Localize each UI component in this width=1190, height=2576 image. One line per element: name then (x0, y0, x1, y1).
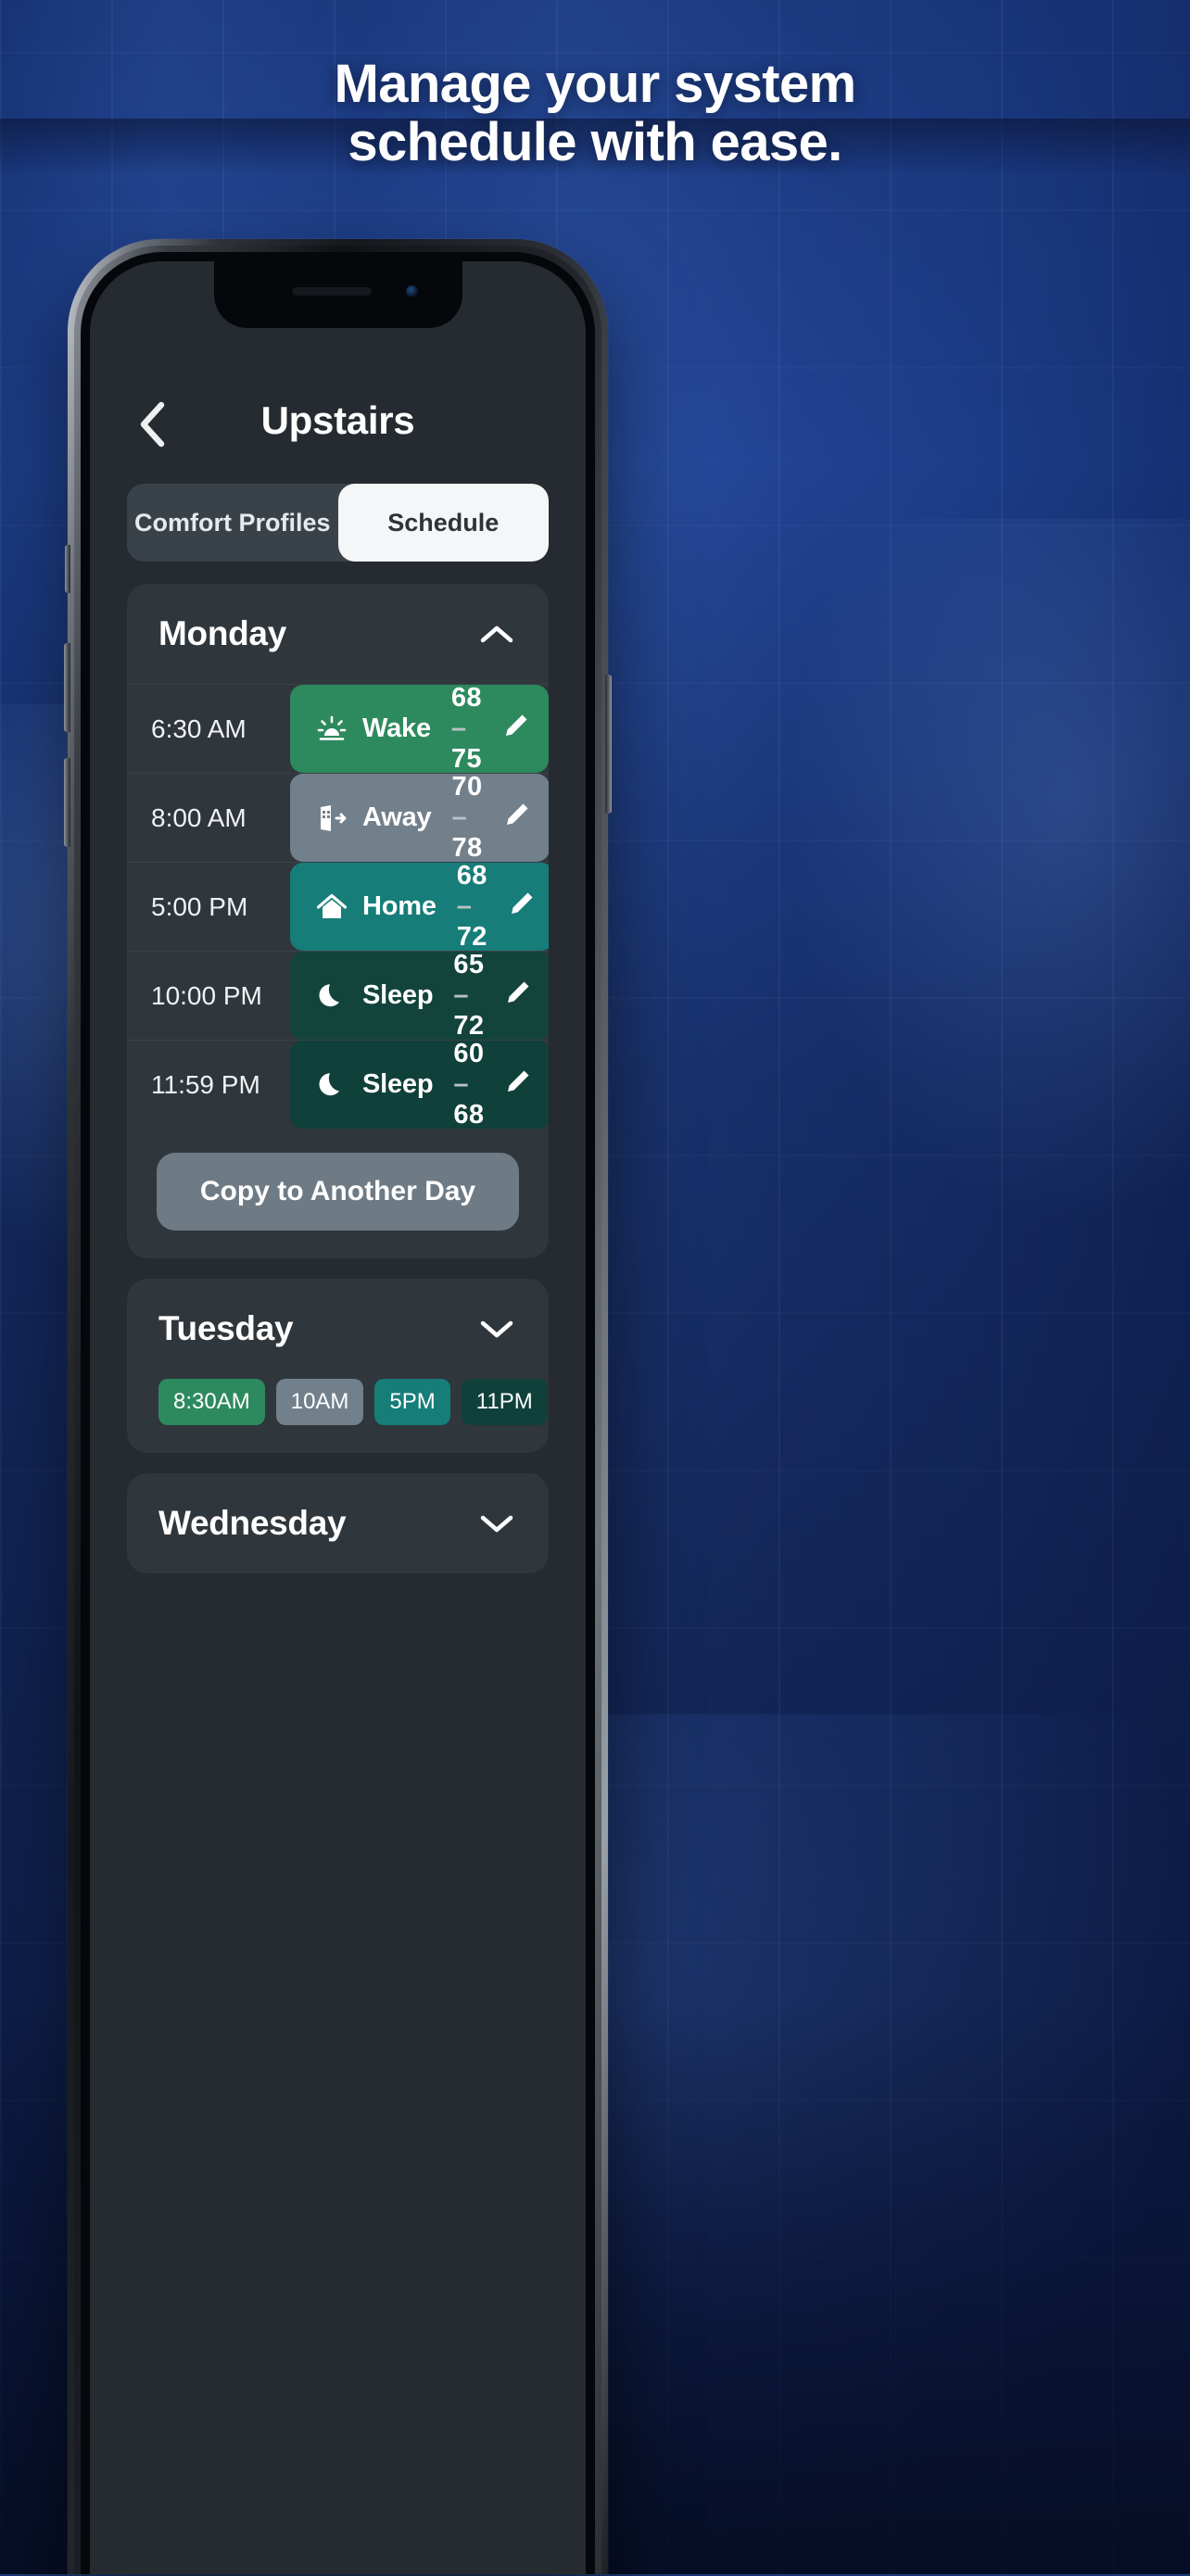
row-temperature: 68 – 72 (457, 861, 506, 953)
summary-chip[interactable]: 11PM (462, 1379, 548, 1425)
day-header-tuesday[interactable]: Tuesday (127, 1279, 549, 1379)
temp-dash: – (453, 1069, 469, 1099)
temp-low: 68 (451, 683, 482, 713)
day-card-monday: Monday 6:30 AM (127, 584, 549, 1258)
pencil-icon (501, 801, 531, 835)
volume-up-button[interactable] (64, 643, 70, 732)
power-button[interactable] (605, 675, 612, 814)
row-label: Sleep (362, 980, 433, 1011)
phone-mockup: Upstairs Comfort Profiles Schedule Monda… (68, 239, 608, 2574)
moon-icon (314, 1067, 349, 1103)
day-name-wednesday: Wednesday (158, 1504, 346, 1543)
earpiece-speaker (292, 287, 372, 296)
back-button[interactable] (131, 400, 173, 448)
background-glow-right (782, 519, 1190, 1223)
tab-comfort-profiles[interactable]: Comfort Profiles (127, 484, 338, 562)
temp-high: 68 (453, 1100, 484, 1130)
summary-chip[interactable]: 8:30AM (158, 1379, 265, 1425)
edit-button[interactable] (501, 794, 531, 842)
schedule-row[interactable]: 6:30 AM (127, 684, 549, 773)
day-name-tuesday: Tuesday (158, 1309, 293, 1348)
row-time: 8:00 AM (127, 774, 290, 862)
row-body[interactable]: Sleep 60 – 68 (290, 1041, 549, 1129)
schedule-row[interactable]: 10:00 PM Sleep 65 – 72 (127, 951, 549, 1040)
schedule-row[interactable]: 5:00 PM Home 68 – 72 (127, 862, 549, 951)
row-body[interactable]: Away 70 – 78 (290, 774, 549, 862)
chevron-up-icon[interactable] (476, 613, 517, 654)
pencil-icon (506, 890, 536, 924)
edit-button[interactable] (502, 1061, 532, 1109)
row-body[interactable]: Sleep 65 – 72 (290, 952, 549, 1040)
temp-high: 72 (457, 922, 487, 952)
row-temperature: 70 – 78 (451, 772, 500, 864)
tab-schedule[interactable]: Schedule (338, 484, 550, 562)
temp-high: 75 (451, 744, 482, 774)
tab-bar-wrapper: Comfort Profiles Schedule (90, 484, 586, 562)
phone-screen: Upstairs Comfort Profiles Schedule Monda… (90, 261, 586, 2574)
marketing-headline: Manage your system schedule with ease. (0, 56, 1190, 171)
row-body[interactable]: Home 68 – 72 (290, 863, 549, 951)
temp-low: 68 (457, 861, 487, 890)
headline-line-2: schedule with ease. (111, 114, 1079, 172)
silent-switch[interactable] (65, 545, 70, 593)
day-header-monday[interactable]: Monday (127, 584, 549, 684)
day-summary-chips: 8:30AM 10AM 5PM 11PM (127, 1379, 549, 1453)
volume-down-button[interactable] (64, 758, 70, 847)
temp-dash: – (453, 980, 469, 1010)
row-label: Wake (362, 713, 431, 744)
day-card-wednesday: Wednesday (127, 1473, 549, 1573)
chevron-down-icon[interactable] (476, 1308, 517, 1349)
pencil-icon (502, 979, 532, 1013)
pencil-icon (500, 712, 530, 746)
edit-button[interactable] (506, 883, 536, 931)
row-temperature: 68 – 75 (451, 683, 500, 775)
temp-dash: – (451, 713, 467, 743)
temp-high: 72 (453, 1011, 484, 1041)
row-time: 6:30 AM (127, 685, 290, 773)
temp-dash: – (457, 891, 473, 921)
front-camera-icon (406, 285, 418, 297)
temp-low: 65 (453, 950, 484, 979)
sunrise-icon (314, 712, 349, 747)
summary-chip[interactable]: 10AM (276, 1379, 364, 1425)
summary-chip[interactable]: 5PM (374, 1379, 449, 1425)
temp-low: 60 (453, 1039, 484, 1068)
row-time: 10:00 PM (127, 952, 290, 1040)
tab-bar: Comfort Profiles Schedule (127, 484, 549, 562)
house-icon (314, 890, 349, 925)
temp-low: 70 (451, 772, 482, 802)
row-label: Sleep (362, 1069, 433, 1100)
day-header-wednesday[interactable]: Wednesday (127, 1473, 549, 1573)
schedule-row[interactable]: 11:59 PM Sleep 60 – 68 (127, 1040, 549, 1129)
schedule-row[interactable]: 8:00 AM (127, 773, 549, 862)
pencil-icon (502, 1067, 532, 1102)
app-root: Upstairs Comfort Profiles Schedule Monda… (90, 261, 586, 2574)
row-time: 11:59 PM (127, 1041, 290, 1129)
page-title: Upstairs (261, 398, 415, 443)
door-exit-icon (314, 801, 349, 836)
copy-button-wrapper: Copy to Another Day (127, 1129, 549, 1258)
copy-to-another-day-button[interactable]: Copy to Another Day (157, 1153, 519, 1231)
row-label: Home (362, 891, 437, 922)
row-label: Away (362, 802, 431, 833)
day-card-tuesday: Tuesday 8:30AM 10AM 5PM 11PM (127, 1279, 549, 1453)
temp-dash: – (451, 802, 467, 832)
temp-high: 78 (451, 833, 482, 863)
row-temperature: 65 – 72 (453, 950, 502, 1042)
edit-button[interactable] (502, 972, 532, 1020)
chevron-left-icon (138, 401, 166, 448)
moon-icon (314, 979, 349, 1014)
row-temperature: 60 – 68 (453, 1039, 502, 1130)
edit-button[interactable] (500, 705, 530, 753)
schedule-list[interactable]: Monday 6:30 AM (90, 584, 586, 2574)
chevron-down-icon[interactable] (476, 1503, 517, 1544)
phone-notch (214, 261, 462, 328)
headline-line-1: Manage your system (335, 54, 856, 114)
day-name-monday: Monday (158, 614, 286, 653)
row-body[interactable]: Wake 68 – 75 (290, 685, 549, 773)
row-time: 5:00 PM (127, 863, 290, 951)
